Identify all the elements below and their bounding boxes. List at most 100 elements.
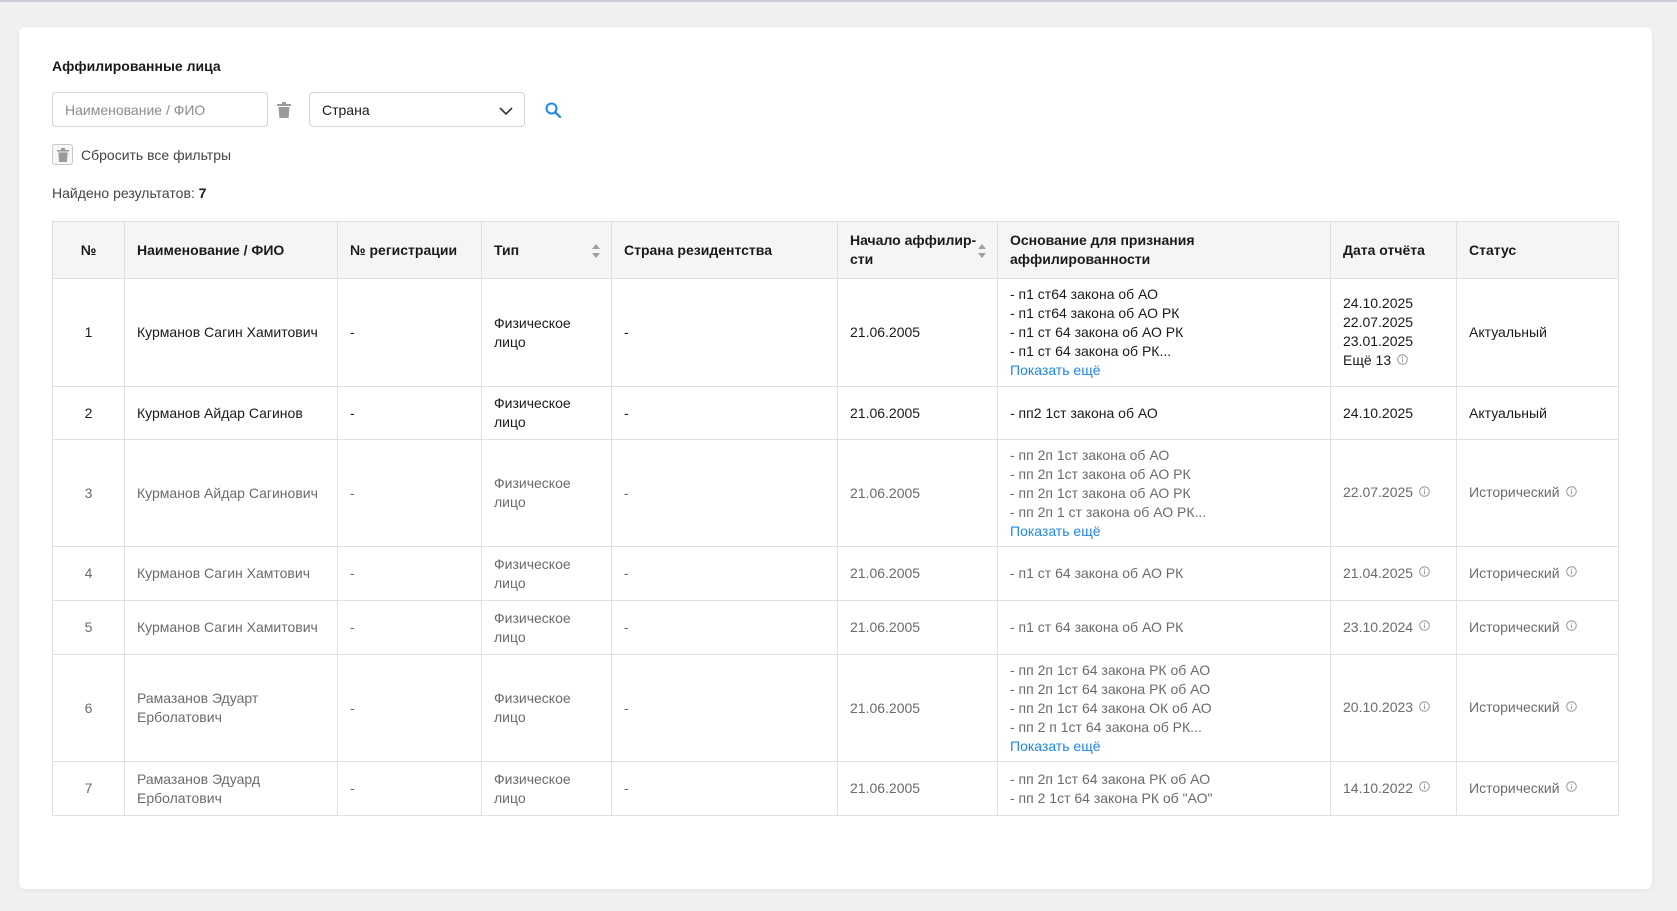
status-text: Исторический — [1469, 484, 1560, 501]
basis-line: - п1 ст 64 закона об АО РК — [1010, 324, 1184, 340]
basis-line: - п1 ст 64 закона об АО РК — [1010, 565, 1184, 581]
report-date: 23.10.2024 — [1343, 618, 1444, 638]
trash-icon — [277, 102, 291, 118]
cell-start: 21.06.2005 — [837, 386, 998, 440]
cell-country: - — [611, 439, 838, 547]
name-search-input[interactable] — [52, 92, 268, 127]
table-row[interactable]: 6 Рамазанов Эдуарт Ерболатович - Физическое л… — [52, 654, 1619, 762]
column-header-start[interactable]: Начало аффилир- сти — [837, 221, 998, 279]
show-more-link[interactable]: Показать ещё — [1010, 522, 1101, 541]
table-row[interactable]: 7 Рамазанов Эдуард Ерболатович - Физическое л… — [52, 761, 1619, 816]
status-text: Исторический — [1469, 618, 1560, 635]
type-line: лицо — [494, 414, 526, 430]
report-date-text: 22.07.2025 — [1343, 484, 1414, 501]
affiliates-table: № Наименование / ФИО № регистрации Тип С… — [52, 221, 1619, 816]
cell-status: Исторический — [1456, 546, 1619, 601]
name-line: Ерболатович — [137, 709, 222, 725]
column-header-basis: Основание для признания аффилированности — [997, 221, 1331, 279]
report-date: 22.07.2025 — [1343, 313, 1444, 332]
show-more-link[interactable]: Показать ещё — [1010, 737, 1101, 756]
search-button[interactable] — [541, 98, 565, 122]
column-header-reg: № регистрации — [337, 221, 482, 279]
sort-icon[interactable] — [977, 242, 987, 260]
type-line: лицо — [494, 628, 526, 645]
basis-line: - пп 2п 1ст закона об АО РК — [1010, 465, 1191, 482]
cell-basis: - пп 2п 1ст закона об АО - пп 2п 1ст зако… — [997, 439, 1331, 547]
column-header-start-line2: сти — [850, 251, 874, 267]
table-header-row: № Наименование / ФИО № регистрации Тип С… — [52, 221, 1619, 279]
status-text: Исторический — [1469, 779, 1560, 796]
report-date: 21.04.2025 — [1343, 564, 1444, 584]
type-line: лицо — [494, 789, 526, 806]
cell-date: 21.04.2025 — [1330, 546, 1457, 601]
cell-type: Физическое лицо — [481, 386, 612, 440]
basis-line: - пп 2п 1ст 64 закона ОК об АО — [1010, 699, 1212, 716]
name-line: Курманов Айдар Сагинович — [137, 484, 318, 501]
status-text: Исторический — [1469, 699, 1560, 716]
report-date: 22.07.2025 — [1343, 483, 1444, 503]
cell-reg: - — [337, 654, 482, 762]
section-title: Аффилированные лица — [52, 58, 221, 74]
country-select[interactable]: Страна — [309, 92, 525, 127]
basis-line: - п1 ст 64 закона об АО РК — [1010, 619, 1184, 635]
cell-start: 21.06.2005 — [837, 600, 998, 655]
type-line: Физическое — [494, 555, 571, 572]
cell-basis: - п1 ст 64 закона об АО РК — [997, 600, 1331, 655]
info-icon — [1419, 617, 1430, 636]
type-line: лицо — [494, 709, 526, 725]
report-date-text: 24.10.2025 — [1343, 295, 1414, 312]
more-dates-label: Ещё 13 — [1343, 352, 1392, 369]
cell-type: Физическое лицо — [481, 546, 612, 601]
cell-country: - — [611, 546, 838, 601]
name-line: Курманов Сагин Хамитович — [137, 324, 318, 340]
cell-num: 7 — [52, 761, 125, 816]
column-header-date: Дата отчёта — [1330, 221, 1457, 279]
cell-status: Исторический — [1456, 654, 1619, 762]
report-date-text: 22.07.2025 — [1343, 314, 1414, 331]
report-date-text: 23.01.2025 — [1343, 333, 1414, 350]
info-icon — [1419, 483, 1430, 502]
info-icon — [1565, 563, 1577, 582]
status-text: Актуальный — [1469, 324, 1547, 340]
info-icon — [1565, 617, 1577, 636]
search-icon — [545, 102, 561, 118]
basis-line: - пп 2п 1ст закона об АО — [1010, 446, 1170, 463]
column-header-start-line1: Начало аффилир- — [850, 232, 977, 248]
clear-name-button[interactable] — [273, 99, 295, 121]
cell-num: 1 — [52, 278, 125, 387]
cell-status: Актуальный — [1456, 386, 1619, 440]
cell-basis: - п1 ст 64 закона об АО РК — [997, 546, 1331, 601]
cell-start: 21.06.2005 — [837, 761, 998, 816]
cell-start: 21.06.2005 — [837, 278, 998, 387]
cell-country: - — [611, 278, 838, 387]
name-line: Рамазанов Эдуард — [137, 770, 260, 787]
basis-line: - п1 ст64 закона об АО РК — [1010, 305, 1180, 321]
cell-name: Курманов Сагин Хамтович — [124, 546, 338, 601]
reset-filters-button[interactable]: Сбросить все фильтры — [52, 144, 231, 165]
info-icon — [1419, 563, 1430, 582]
cell-status: Исторический — [1456, 761, 1619, 816]
cell-date: 20.10.2023 — [1330, 654, 1457, 762]
cell-country: - — [611, 600, 838, 655]
page-scrollbar[interactable] — [1664, 2, 1677, 911]
info-icon — [1565, 698, 1577, 717]
table-row[interactable]: 5 Курманов Сагин Хамитович - Физическое лицо… — [52, 600, 1619, 655]
show-more-link[interactable]: Показать ещё — [1010, 361, 1101, 380]
basis-line: - пп 2 п 1ст 64 закона об РК... — [1010, 718, 1202, 735]
sort-icon[interactable] — [591, 242, 601, 260]
basis-line: - пп 2п 1ст 64 закона РК об АО — [1010, 770, 1211, 787]
status-text: Исторический — [1469, 564, 1560, 581]
cell-num: 6 — [52, 654, 125, 762]
table-row[interactable]: 3 Курманов Айдар Сагинович - Физическое лицо… — [52, 439, 1619, 547]
column-header-type[interactable]: Тип — [481, 221, 612, 279]
table-row[interactable]: 1 Курманов Сагин Хамитович - Физическое лицо… — [52, 278, 1619, 387]
column-header-country: Страна резидентства — [611, 221, 838, 279]
name-line: Рамазанов Эдуарт — [137, 690, 259, 706]
basis-line: - пп 2п 1ст 64 закона РК об АО — [1010, 680, 1211, 697]
table-row[interactable]: 4 Курманов Сагин Хамтович - Физическое лицо -… — [52, 546, 1619, 601]
table-row[interactable]: 2 Курманов Айдар Сагинов - Физическое лицо -2… — [52, 386, 1619, 440]
info-icon — [1419, 698, 1430, 717]
column-header-basis-line1: Основание для признания — [1010, 232, 1195, 248]
more-dates[interactable]: Ещё 13 — [1343, 351, 1444, 371]
cell-basis: - пп 2п 1ст 64 закона РК об АО - пп 2п 1с… — [997, 654, 1331, 762]
